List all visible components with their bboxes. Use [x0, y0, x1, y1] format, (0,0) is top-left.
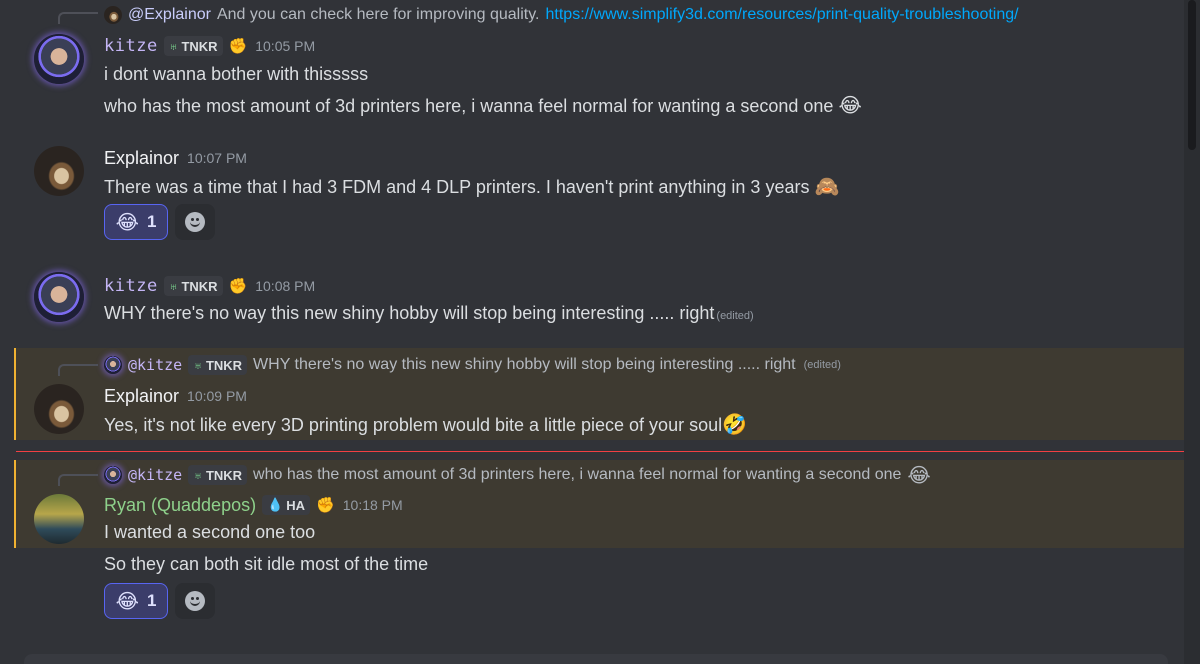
reaction-button[interactable]: 😂 1: [104, 204, 168, 240]
joy-emoji: 😂: [907, 463, 931, 487]
username[interactable]: kitze: [104, 36, 158, 56]
username[interactable]: kitze: [104, 276, 158, 296]
scrollbar-thumb[interactable]: [1188, 0, 1196, 150]
message-composer[interactable]: [24, 654, 1168, 664]
chat-scroller[interactable]: @Explainor And you can check here for im…: [0, 0, 1184, 664]
guild-tag[interactable]: ♅ TNKR: [163, 36, 223, 56]
edited-label: (edited): [803, 359, 841, 371]
tnkr-icon: ♅: [168, 38, 179, 54]
reply-text: And you can check here for improving qua…: [216, 6, 540, 23]
username[interactable]: Explainor: [104, 148, 179, 169]
reply-avatar: [104, 6, 122, 24]
message-text: There was a time that I had 3 FDM and 4 …: [104, 174, 840, 198]
add-reaction-button[interactable]: [175, 583, 215, 619]
role-icon: ✊: [316, 497, 335, 514]
reply-link[interactable]: https://www.simplify3d.com/resources/pri…: [546, 6, 1019, 24]
reply-author[interactable]: @kitze: [128, 356, 182, 374]
reply-connector: [58, 364, 98, 376]
username[interactable]: Ryan (Quaddepos): [104, 495, 256, 516]
reply-author[interactable]: @kitze: [128, 466, 182, 484]
username[interactable]: Explainor: [104, 386, 179, 407]
add-reaction-button[interactable]: [175, 204, 215, 240]
role-icon: ✊: [228, 38, 248, 55]
avatar[interactable]: [34, 384, 84, 434]
joy-emoji: 😂: [115, 589, 139, 613]
scrollbar[interactable]: [1184, 0, 1200, 664]
guild-tag[interactable]: ♅ TNKR: [163, 276, 223, 296]
reply-avatar: [104, 356, 122, 374]
new-messages-divider: [16, 451, 1184, 452]
reaction-count: 1: [146, 591, 157, 610]
tnkr-icon: ♅: [168, 278, 179, 294]
message-text: WHY there's no way this new shiny hobby …: [104, 303, 754, 323]
message-text: i dont wanna bother with thisssss: [104, 64, 369, 84]
message-text: So they can both sit idle most of the ti…: [104, 554, 429, 574]
guild-tag[interactable]: ♅ TNKR: [188, 355, 248, 375]
guild-tag[interactable]: ♅ TNKR: [188, 465, 248, 485]
reply-text: WHY there's no way this new shiny hobby …: [253, 356, 796, 373]
rofl-emoji: 🤣: [722, 412, 747, 436]
timestamp: 10:18 PM: [342, 497, 403, 513]
message-header: Ryan (Quaddepos) 💧 HA ✊ 10:18 PM: [104, 492, 403, 518]
timestamp: 10:08 PM: [255, 278, 316, 294]
reply-preview[interactable]: @kitze ♅ TNKR WHY there's no way this new…: [104, 354, 841, 376]
avatar[interactable]: [34, 146, 84, 196]
edited-label: (edited): [716, 310, 754, 322]
message-text: Yes, it's not like every 3D printing pro…: [104, 412, 747, 436]
timestamp: 10:05 PM: [255, 38, 316, 54]
message-header: Explainor 10:07 PM: [104, 145, 247, 171]
reaction-count: 1: [146, 212, 157, 231]
reply-preview[interactable]: @Explainor And you can check here for im…: [104, 4, 1019, 26]
droplet-icon: 💧: [267, 497, 284, 512]
role-icon: ✊: [228, 278, 248, 295]
reply-preview[interactable]: @kitze ♅ TNKR who has the most amount of …: [104, 463, 931, 487]
message-header: kitze ♅ TNKR ✊ 10:08 PM: [104, 273, 315, 299]
reply-connector: [58, 474, 98, 486]
timestamp: 10:09 PM: [187, 388, 247, 404]
timestamp: 10:07 PM: [187, 150, 247, 166]
joy-emoji: 😂: [838, 93, 862, 117]
reply-text: who has the most amount of 3d printers h…: [253, 466, 902, 483]
tnkr-icon: ♅: [193, 467, 203, 483]
message-header: Explainor 10:09 PM: [104, 383, 247, 409]
smile-icon: [185, 591, 205, 611]
avatar[interactable]: [34, 34, 84, 84]
reply-author[interactable]: @Explainor: [128, 6, 211, 24]
avatar[interactable]: [34, 272, 84, 322]
joy-emoji: 😂: [115, 210, 139, 234]
smile-icon: [185, 212, 205, 232]
message-text: who has the most amount of 3d printers h…: [104, 93, 862, 117]
reply-avatar: [104, 466, 122, 484]
reaction-button[interactable]: 😂 1: [104, 583, 168, 619]
see-no-evil-emoji: 🙈: [814, 174, 840, 198]
reply-connector: [58, 12, 98, 24]
guild-tag[interactable]: 💧 HA: [262, 495, 311, 515]
message-text: I wanted a second one too: [104, 522, 316, 542]
tnkr-icon: ♅: [193, 357, 203, 373]
avatar[interactable]: [34, 494, 84, 544]
message-header: kitze ♅ TNKR ✊ 10:05 PM: [104, 33, 315, 59]
